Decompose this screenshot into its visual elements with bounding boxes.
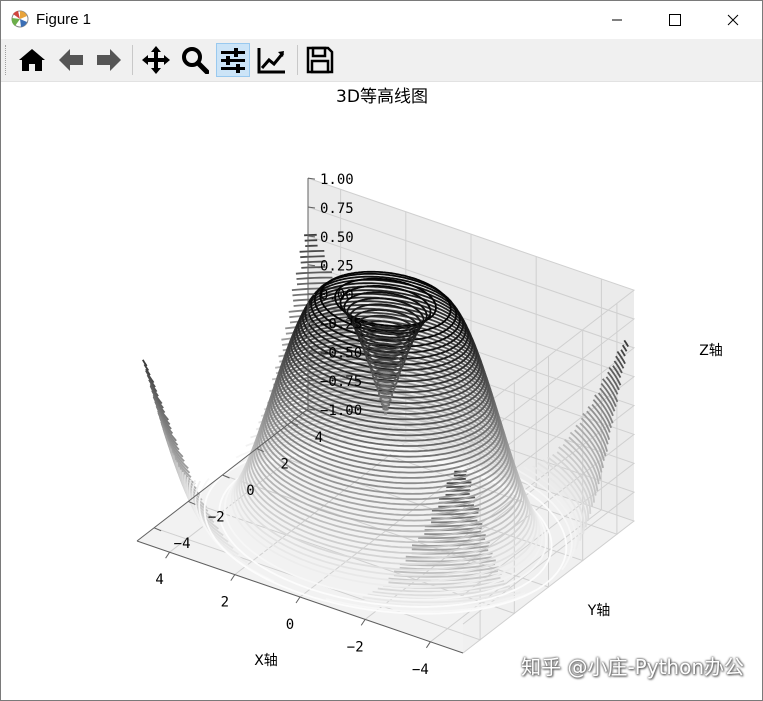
back-icon: [59, 49, 83, 71]
x-tick-label: −2: [347, 639, 364, 655]
figure-window: Figure 1 −4 −2 0 2 4 −4 −2 0 2 4 −1.00 −…: [0, 0, 763, 701]
title-bar: Figure 1: [1, 1, 762, 39]
y-tick-label: 4: [315, 430, 323, 446]
z-tick-label: 1.00: [320, 172, 354, 188]
contour-line: [383, 411, 388, 415]
z-tick-label: 0.50: [320, 230, 354, 246]
home-button[interactable]: [15, 43, 49, 77]
save-button[interactable]: [303, 43, 337, 77]
contour-line: [300, 255, 325, 259]
y-tick-label: 0: [246, 483, 254, 499]
figure-canvas[interactable]: −4 −2 0 2 4 −4 −2 0 2 4 −1.00 −0.75 −0.50 −0.25 0.00 0.…: [1, 81, 762, 700]
forward-icon: [97, 49, 121, 71]
y-axis-label: Y轴: [587, 603, 611, 619]
forward-button[interactable]: [92, 43, 126, 77]
z-tick-label: −1.00: [320, 403, 362, 419]
z-axis-label: Z轴: [699, 343, 723, 359]
maximize-button[interactable]: [646, 1, 704, 39]
y-tick-label: −4: [174, 536, 191, 552]
z-tick-label: −0.25: [320, 316, 362, 332]
x-tick-label: −4: [412, 662, 429, 678]
navigation-toolbar: [1, 39, 762, 82]
minimize-icon: [612, 19, 622, 21]
save-icon: [306, 46, 334, 74]
toolbar-separator: [297, 45, 298, 75]
z-tick-label: 0.00: [320, 288, 354, 304]
zoom-button[interactable]: [178, 43, 212, 77]
edit-axis-button[interactable]: [255, 43, 289, 77]
pan-icon: [142, 46, 170, 74]
z-tick-label: −0.50: [320, 345, 362, 361]
close-button[interactable]: [704, 1, 762, 39]
x-tick-mark: [360, 619, 366, 626]
maximize-icon: [669, 14, 681, 26]
minimize-button[interactable]: [588, 1, 646, 39]
x-tick-label: 4: [155, 572, 163, 588]
z-tick-label: 0.75: [320, 201, 354, 217]
window-title: Figure 1: [36, 11, 92, 28]
x-tick-label: 0: [286, 617, 294, 633]
contour-line: [299, 250, 325, 253]
watermark: 知乎 @小庄-Python办公: [521, 655, 744, 679]
x-tick-label: 2: [221, 595, 229, 611]
chart-title: 3D等高线图: [336, 87, 428, 107]
z-tick-label: −0.75: [320, 374, 362, 390]
pan-button[interactable]: [139, 43, 173, 77]
z-tick-label: 0.25: [320, 259, 354, 275]
toolbar-grip: [5, 45, 9, 75]
close-icon: [727, 14, 739, 26]
y-tick-label: 2: [280, 457, 288, 473]
edit-axis-icon: [257, 48, 285, 74]
configure-subplots-icon: [221, 48, 245, 73]
zoom-icon: [182, 47, 209, 74]
x-tick-mark: [165, 551, 171, 559]
x-axis-label: X轴: [254, 653, 278, 669]
back-button[interactable]: [54, 43, 88, 77]
toolbar-separator: [132, 45, 133, 75]
contour-line: [305, 244, 318, 247]
configure-subplots-button[interactable]: [216, 43, 250, 77]
x-tick-mark: [295, 596, 301, 604]
contour-line: [304, 239, 318, 242]
y-tick-label: −2: [208, 509, 225, 525]
x-tick-mark: [425, 641, 431, 649]
home-icon: [19, 49, 45, 71]
x-tick-mark: [230, 574, 236, 581]
contour-line: [304, 233, 317, 237]
matplotlib-app-icon: [11, 10, 29, 28]
